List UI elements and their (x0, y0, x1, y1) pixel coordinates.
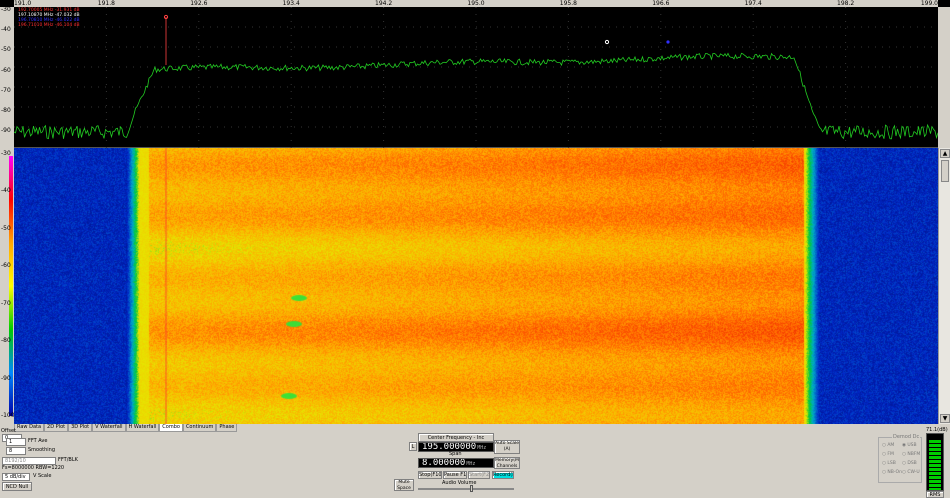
frequency-axis: 191.0 191.8 192.6 193.4 194.2 195.0 195.8 196.6… (14, 0, 938, 7)
vscale-select[interactable]: 5 dB/div (2, 473, 30, 481)
scroll-down-button[interactable]: ▼ (940, 414, 950, 423)
waterfall-db-tick: -90 (1, 376, 11, 382)
spectrum-trace (14, 53, 938, 139)
spectrum-db-tick: -40 (1, 27, 11, 33)
center-frequency-inc-button[interactable]: Center Frequency - Inc (418, 433, 494, 442)
marker-point (666, 40, 669, 43)
spectrum-db-tick: -90 (1, 128, 11, 134)
spectrum-db-tick: -70 (1, 88, 11, 94)
frequency-tick-label: 193.4 (283, 0, 300, 7)
waterfall-scrollbar[interactable]: ▲ ▼ (938, 148, 950, 424)
tab-phase[interactable]: Phase (216, 424, 237, 432)
demod-group-label: Demod Dc (892, 434, 920, 441)
spectrum-graph[interactable] (14, 7, 938, 148)
center-frequency-unit: MHz (477, 445, 486, 451)
start-button[interactable]: Start(F2) (468, 471, 490, 479)
spectrum-db-tick: -60 (1, 68, 11, 74)
fft-ave-label: FFT Ave (28, 438, 47, 445)
marker-readouts: 192.70005 MHz -31.931 dB 197.10870 MHz -4… (18, 8, 80, 28)
smoothing-input[interactable]: 8 (6, 447, 26, 455)
frequency-tick-label: 191.8 (98, 0, 115, 7)
smoothing-label: Smoothing (28, 447, 55, 454)
scroll-up-button[interactable]: ▲ (940, 149, 950, 158)
marker-point (605, 40, 608, 43)
fft-ave-input[interactable]: 1 (6, 438, 26, 446)
mode-radio[interactable]: ○ CW-U (902, 470, 920, 475)
frequency-tick-label: 195.8 (560, 0, 577, 7)
tab-continuum[interactable]: Continuum (183, 424, 216, 432)
marker-readout: 196.71010 MHz -46.104 dB (18, 23, 80, 28)
waterfall-db-tick: -40 (1, 188, 11, 194)
tab-3d-plot[interactable]: 3D Plot (68, 424, 92, 432)
mute-button[interactable]: Mute Space Bar (394, 479, 414, 491)
waterfall-db-tick: -70 (1, 301, 11, 307)
mode-radio[interactable]: ○ DSB (902, 461, 917, 466)
waterfall-image[interactable] (14, 148, 938, 424)
auto-scale-button[interactable]: Auto Scale (A) (494, 440, 520, 454)
scroll-thumb[interactable] (941, 160, 949, 182)
mode-radio[interactable]: ○ NB-On (882, 470, 902, 475)
ncd-null-button[interactable]: NCD Null (2, 482, 32, 491)
mode-radio[interactable]: ○ AM (882, 443, 894, 448)
tab-h-waterfall[interactable]: H Waterfall (126, 424, 160, 432)
frequency-tick-label: 198.2 (837, 0, 854, 7)
tab-v-waterfall[interactable]: V Waterfall (92, 424, 125, 432)
signal-meter (926, 433, 944, 491)
rms-button[interactable]: RMS (926, 491, 944, 498)
view-tabs: Raw Data 2D Plot 3D Plot V Waterfall H Water… (14, 424, 237, 432)
mode-radio[interactable]: ○ NBFM (902, 452, 920, 457)
audio-volume-slider[interactable] (418, 488, 514, 490)
tab-combo[interactable]: Combo (159, 424, 183, 432)
control-panel: Offset 0 1 FFT Ave 8 Smoothing 8192/10 F… (0, 433, 950, 498)
spectrum-db-tick: -50 (1, 47, 11, 53)
span-display[interactable]: 8.000000MHz (418, 458, 494, 468)
frequency-tick-label: 192.6 (190, 0, 207, 7)
spectrum-plot[interactable]: 191.0 191.8 192.6 193.4 194.2 195.0 195.8 196.6… (0, 0, 950, 148)
span-unit: MHz (466, 461, 475, 467)
sdr-app-window: 191.0 191.8 192.6 193.4 194.2 195.0 195.8 196.6… (0, 0, 950, 498)
waterfall-db-axis: -30 -40 -50 -60 -70 -80 -90 -100 (0, 148, 14, 424)
spectrum-right-strip (938, 7, 950, 148)
spectrum-db-tick: -80 (1, 108, 11, 114)
mode-radio[interactable]: ○ LSB (882, 461, 896, 466)
waterfall-db-tick: -100 (1, 413, 15, 419)
stop-button[interactable]: Stop(F10) (418, 471, 442, 479)
waterfall-db-tick: -60 (1, 263, 11, 269)
frequency-tick-label: 191.0 (14, 0, 31, 7)
record-button[interactable]: Record(F3) (492, 471, 514, 479)
frequency-tick-label: 199.0 (921, 0, 938, 7)
pause-button[interactable]: Pause F11 (443, 471, 467, 479)
frequency-tick-label: 194.2 (375, 0, 392, 7)
memory-channels-button[interactable]: Memory(M) Channels (494, 457, 520, 469)
audio-volume-thumb[interactable] (470, 485, 473, 492)
mode-radio[interactable]: ○ FM (882, 452, 894, 457)
vscale-label: V Scale (33, 473, 51, 480)
fft-blk-label: FFT/BLK (58, 457, 78, 464)
frequency-tick-label: 197.4 (745, 0, 762, 7)
spectrum-db-tick: -30 (1, 7, 11, 13)
frequency-tick-label: 196.6 (652, 0, 669, 7)
fft-blk-select[interactable]: 8192/10 (2, 457, 56, 465)
tab-raw-data[interactable]: Raw Data (14, 424, 44, 432)
waterfall-db-tick: -50 (1, 226, 11, 232)
spectrum-db-axis: -30 -40 -50 -60 -70 -80 -90 (0, 7, 14, 148)
waterfall-db-tick: -30 (1, 151, 11, 157)
l-button[interactable]: L (409, 442, 417, 451)
waterfall-plot[interactable]: -30 -40 -50 -60 -70 -80 -90 -100 ▲ ▼ (0, 148, 950, 424)
fs-rbw-readout: Fs=8000000 RBW=1220 (2, 465, 64, 472)
signal-meter-bar (929, 440, 941, 490)
mode-radio[interactable]: ◉ USB (902, 443, 917, 448)
frequency-tick-label: 195.0 (467, 0, 484, 7)
tab-2d-plot[interactable]: 2D Plot (44, 424, 68, 432)
span-value: 8.000000 (422, 458, 465, 468)
waterfall-db-tick: -80 (1, 338, 11, 344)
span-label: Span (449, 451, 462, 458)
